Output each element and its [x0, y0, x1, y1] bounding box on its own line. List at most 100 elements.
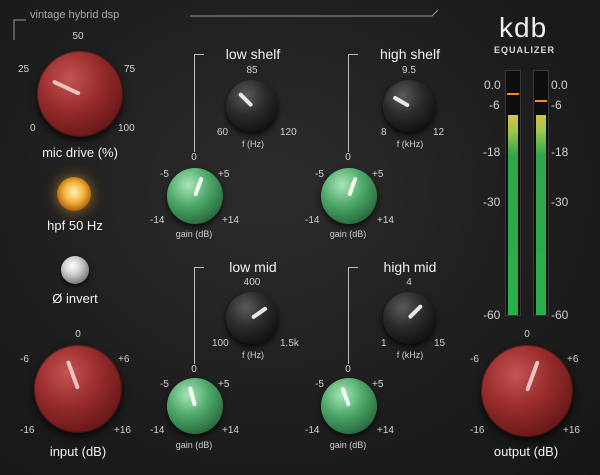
output-tick-p16: +16 [563, 425, 580, 436]
high-shelf-freq-knob[interactable] [383, 80, 435, 132]
low-shelf-gain-tick-p14: +14 [222, 215, 239, 226]
low-mid-gain-tick-p5: +5 [218, 379, 230, 390]
high-shelf-title: high shelf [380, 46, 440, 62]
high-shelf-freq-tick-min: 8 [381, 127, 387, 138]
low-shelf-gain-tick-0: 0 [191, 152, 197, 163]
high-shelf-freq-indicator [392, 95, 410, 108]
low-mid-gain-tick-p14: +14 [222, 425, 239, 436]
low-shelf-bracket-top [194, 54, 204, 55]
high-shelf-gain-tick-p14: +14 [377, 215, 394, 226]
high-shelf-gain-knob[interactable] [321, 168, 377, 224]
high-mid-freq-knob[interactable] [383, 292, 435, 344]
high-shelf-freq-label: f (kHz) [396, 139, 424, 149]
low-shelf-freq-tick-max: 120 [280, 127, 297, 138]
high-mid-freq-label: f (kHz) [396, 350, 424, 360]
high-shelf-bracket-top [348, 54, 358, 55]
low-mid-bracket-top [194, 267, 204, 268]
meter-left-level [508, 115, 518, 315]
low-mid-gain-tick-m14: -14 [150, 425, 165, 436]
hpf-lamp-button[interactable] [57, 177, 91, 211]
mic-drive-tick-50: 50 [72, 31, 84, 42]
phase-invert-button[interactable] [61, 256, 89, 284]
meter-right [533, 70, 549, 316]
meter-right-scale-1: -6 [551, 98, 562, 112]
hpf-label: hpf 50 Hz [47, 218, 103, 233]
high-shelf-bracket [348, 54, 349, 152]
mic-drive-knob[interactable] [37, 51, 123, 137]
low-shelf-gain-knob[interactable] [167, 168, 223, 224]
output-tick-m6: -6 [470, 354, 479, 365]
low-mid-freq-knob[interactable] [226, 292, 278, 344]
mic-drive-label: mic drive (%) [42, 145, 118, 160]
low-shelf-gain-tick-m5: -5 [160, 169, 169, 180]
high-shelf-gain-tick-p5: +5 [372, 169, 384, 180]
output-tick-m16: -16 [470, 425, 485, 436]
output-tick-0: 0 [524, 329, 530, 340]
high-shelf-freq-tick-mid: 9.5 [402, 65, 416, 76]
low-mid-freq-label: f (Hz) [242, 350, 264, 360]
meter-right-scale-3: -30 [551, 195, 569, 209]
meter-left-scale-4: -60 [483, 308, 501, 322]
low-mid-gain-tick-m5: -5 [160, 379, 169, 390]
output-knob[interactable] [481, 345, 573, 437]
meter-left-scale-0: 0.0 [484, 78, 501, 92]
input-label: input (dB) [49, 444, 107, 459]
low-shelf-freq-label: f (Hz) [242, 139, 264, 149]
high-mid-gain-tick-p14: +14 [377, 425, 394, 436]
high-mid-gain-indicator [340, 386, 351, 407]
meter-left-scale-1: -6 [489, 98, 500, 112]
input-tick-m16: -16 [20, 425, 35, 436]
low-shelf-gain-tick-m14: -14 [150, 215, 165, 226]
low-shelf-title: low shelf [225, 46, 281, 62]
high-mid-gain-label: gain (dB) [329, 440, 367, 450]
low-shelf-freq-indicator [237, 91, 254, 108]
high-shelf-gain-tick-m14: -14 [305, 215, 320, 226]
high-mid-freq-tick-mid: 4 [406, 277, 412, 288]
high-mid-freq-indicator [407, 303, 424, 320]
input-tick-0: 0 [75, 329, 81, 340]
meter-left-scale-3: -30 [483, 195, 501, 209]
low-mid-gain-knob[interactable] [167, 378, 223, 434]
phase-invert-label: Ø invert [52, 291, 98, 306]
low-shelf-gain-indicator [193, 176, 204, 197]
low-mid-freq-indicator [250, 306, 268, 320]
low-mid-title: low mid [229, 259, 277, 275]
high-mid-gain-knob[interactable] [321, 378, 377, 434]
high-mid-freq-tick-max: 15 [434, 338, 446, 349]
high-shelf-gain-label: gain (dB) [329, 229, 367, 239]
high-mid-bracket-top [348, 267, 358, 268]
mic-drive-tick-100: 100 [118, 123, 135, 134]
high-mid-freq-tick-min: 1 [381, 338, 387, 349]
mic-drive-tick-75: 75 [124, 64, 136, 75]
low-mid-freq-tick-mid: 400 [243, 277, 261, 288]
low-shelf-gain-label: gain (dB) [175, 229, 213, 239]
equalizer-plugin-window: vintage hybrid dsp kdb EQUALIZER 50 25 7… [0, 0, 600, 475]
low-shelf-freq-knob[interactable] [226, 80, 278, 132]
header-subtitle: vintage hybrid dsp [30, 9, 120, 21]
input-tick-p6: +6 [118, 354, 130, 365]
input-knob[interactable] [34, 345, 122, 433]
output-indicator [525, 360, 540, 392]
low-mid-freq-tick-max: 1.5k [280, 338, 299, 349]
low-mid-bracket [194, 267, 195, 364]
meter-right-level [536, 115, 546, 315]
low-shelf-freq-tick-mid: 85 [246, 65, 258, 76]
high-shelf-gain-indicator [347, 176, 358, 197]
meter-right-scale-2: -18 [551, 145, 569, 159]
high-mid-title: high mid [383, 259, 437, 275]
mic-drive-tick-25: 25 [18, 64, 30, 75]
low-mid-freq-tick-min: 100 [212, 338, 229, 349]
input-tick-m6: -6 [20, 354, 29, 365]
high-shelf-freq-tick-max: 12 [433, 127, 445, 138]
high-mid-gain-tick-p5: +5 [372, 379, 384, 390]
low-shelf-freq-tick-min: 60 [217, 127, 229, 138]
output-tick-p6: +6 [567, 354, 579, 365]
meter-right-peak [535, 100, 547, 102]
low-shelf-bracket [194, 54, 195, 152]
low-mid-gain-indicator [187, 386, 197, 407]
input-tick-p16: +16 [114, 425, 131, 436]
brand-logo: kdb [499, 12, 548, 43]
meter-left-peak [507, 93, 519, 95]
low-mid-gain-label: gain (dB) [175, 440, 213, 450]
high-shelf-gain-tick-0: 0 [345, 152, 351, 163]
